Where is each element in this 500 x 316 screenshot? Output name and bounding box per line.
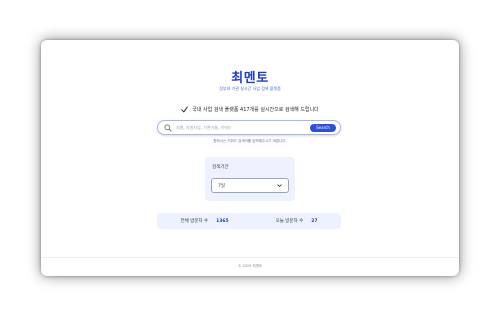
check-icon	[181, 106, 189, 113]
today-visitors-value: 27	[311, 218, 318, 224]
total-visitors: 전체 방문자 수 1365	[180, 218, 229, 225]
notice: 국내 사업 검색 플랫폼 417개를 실시간으로 검색해 드립니다	[41, 106, 459, 113]
app-window: 최멘토 정부와 기관 실시간 사업 검색 플랫폼 국내 사업 검색 플랫폼 41…	[41, 40, 459, 276]
period-selected-value: 7일	[218, 183, 226, 189]
search-hint: 원하시는 키워드 검색어를 입력해주시기 바랍니다.	[213, 139, 287, 143]
visitor-stats: 전체 방문자 수 1365 오늘 방문자 수 27	[157, 213, 341, 229]
footer: © 2025 최멘토	[237, 264, 263, 268]
search-input[interactable]	[172, 121, 310, 134]
period-panel: 검색기간 7일	[205, 157, 295, 201]
search-bar: Search	[157, 120, 341, 135]
total-visitors-label: 전체 방문자 수	[180, 219, 209, 224]
total-visitors-value: 1365	[216, 218, 229, 224]
search-icon	[164, 124, 172, 132]
footer-divider	[41, 257, 459, 258]
search-button[interactable]: Search	[310, 123, 336, 132]
logo[interactable]: 최멘토	[41, 67, 459, 86]
notice-text: 국내 사업 검색 플랫폼 417개를 실시간으로 검색해 드립니다	[192, 107, 319, 113]
chevron-down-icon	[277, 184, 282, 187]
today-visitors: 오늘 방문자 수 27	[275, 218, 318, 225]
period-select[interactable]: 7일	[211, 178, 289, 193]
today-visitors-label: 오늘 방문자 수	[275, 219, 304, 224]
tagline: 정부와 기관 실시간 사업 검색 플랫폼	[219, 86, 281, 91]
period-label: 검색기간	[212, 165, 229, 170]
